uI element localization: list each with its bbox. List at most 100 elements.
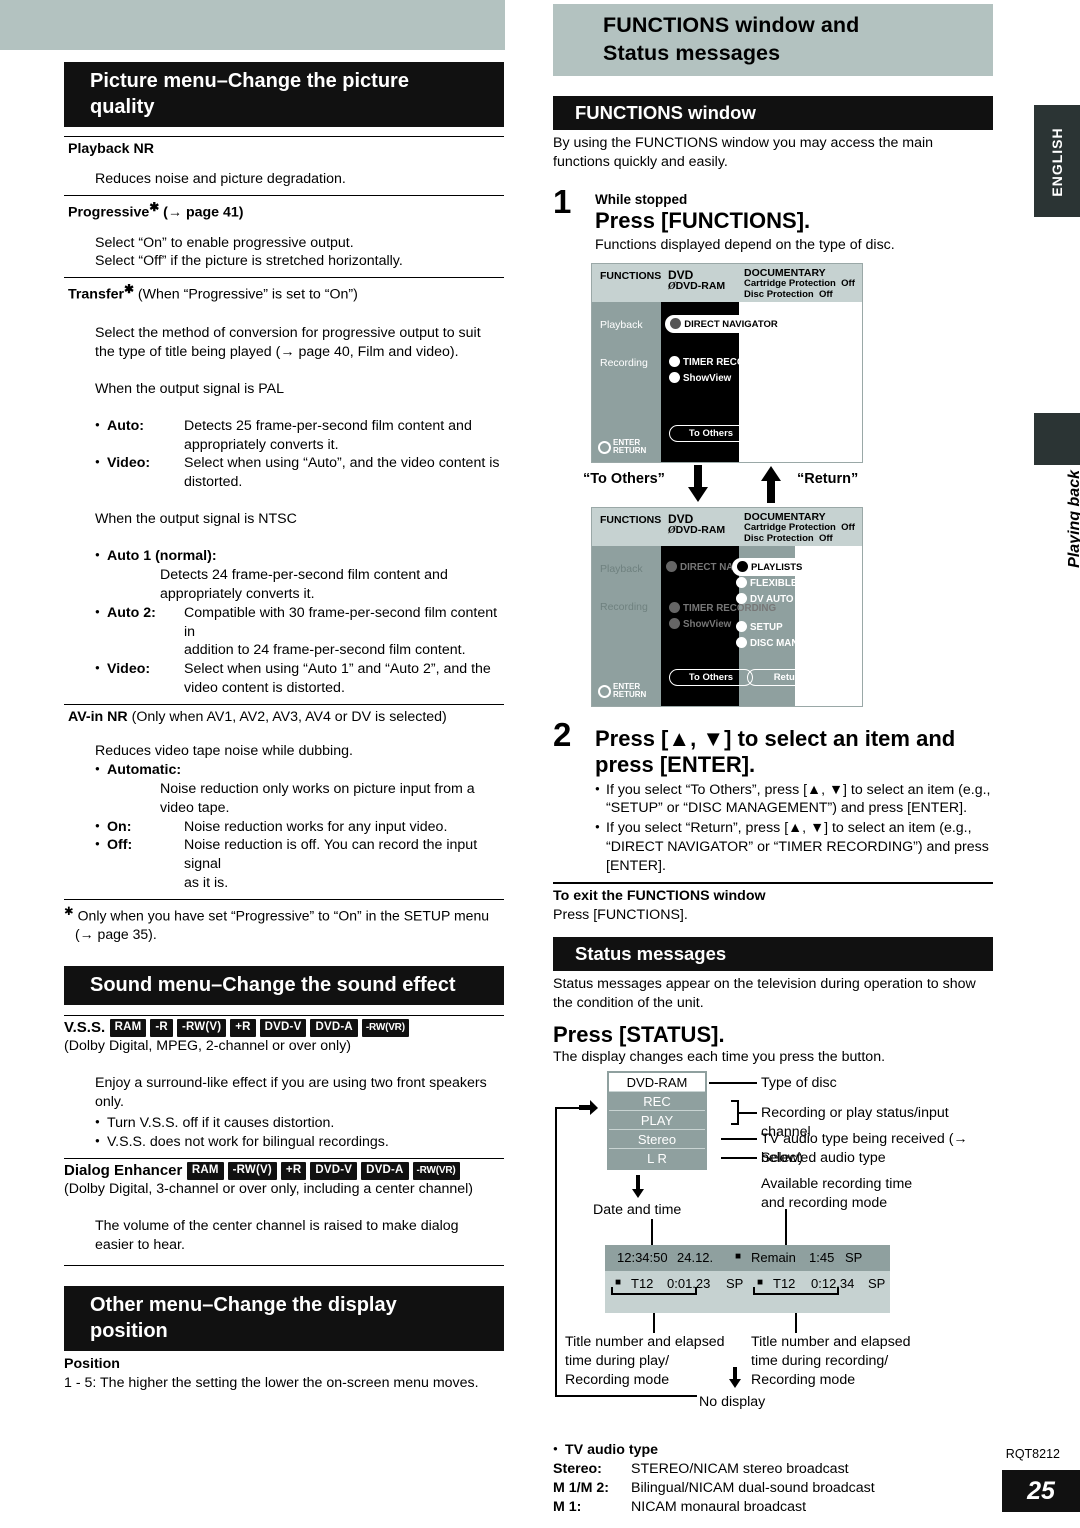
screen1-direct-navigator-item[interactable]: DIRECT NAVIGATOR — [665, 314, 783, 333]
screen1-timer-recording-item[interactable]: TIMER RECORDING — [669, 355, 776, 368]
screen2-playlists-item[interactable]: PLAYLISTS — [732, 557, 854, 576]
step-2-instruction: Press [▲, ▼] to select an item and press… — [595, 725, 956, 777]
callout-no-display: No display — [699, 1394, 766, 1411]
callout-type-of-disc: Type of disc — [761, 1075, 837, 1092]
screen2-setup-item[interactable]: SETUP — [736, 620, 783, 633]
bracket-line — [611, 1293, 697, 1296]
bracket-line — [731, 1100, 739, 1103]
step-1-number: 1 — [553, 182, 572, 220]
leader-line — [653, 1313, 655, 1334]
chapter-title-line1: FUNCTIONS window and — [603, 13, 860, 37]
screen1-enter-return: ENTER RETURN — [598, 438, 646, 456]
leader-line — [795, 1313, 797, 1334]
callout-title-during-play: Title number and elapsed time during pla… — [565, 1334, 725, 1389]
press-status-note: The display changes each time you press … — [553, 1049, 886, 1066]
bullet-icon — [95, 1133, 107, 1152]
step-2-bullet: If you select “Return”, press [▲, ▼] to … — [595, 819, 993, 876]
screen2-playback-label: Playback — [600, 562, 643, 575]
screen2-disc-management-item[interactable]: DISC MANAGEMENT — [736, 636, 847, 649]
disc-icon: Ø — [668, 280, 676, 292]
screen2-return-button[interactable]: Return — [747, 668, 831, 686]
other-menu-header-line1: Other menu–Change the display — [90, 1293, 397, 1316]
step-2-number: 2 — [553, 715, 572, 753]
screen1-recording-label: Recording — [600, 356, 648, 369]
bullet-icon — [95, 836, 107, 893]
language-tab-english: ENGLISH — [1034, 105, 1080, 217]
screen2-dv-auto-rec-item[interactable]: DV AUTO REC — [736, 592, 817, 605]
progressive-desc1: Select “On” to enable progressive output… — [95, 234, 354, 251]
disc-badge: -RW(VR) — [412, 1161, 460, 1180]
status-bar-datetime: 12:34:50 24.12. ■ Remain 1:45 SP — [605, 1245, 890, 1272]
vss-subtitle: (Dolby Digital, MPEG, 2-channel or over … — [64, 1038, 352, 1055]
screen1-left-pane: Playback Recording ENTER RETURN — [592, 301, 661, 462]
disc-icon: Ø — [668, 524, 676, 536]
disc-badge: DVD-V — [310, 1161, 358, 1181]
step-1: 1 While stopped Press [FUNCTIONS]. Funct… — [553, 182, 993, 255]
step-2-bullet: If you select “To Others”, press [▲, ▼] … — [595, 781, 993, 819]
list-icon — [670, 317, 682, 329]
status-row-play: PLAY — [609, 1111, 705, 1131]
setup-icon — [736, 620, 747, 632]
loop-line — [555, 1107, 581, 1110]
bracket-line — [611, 1287, 613, 1296]
right-column: FUNCTIONS window By using the FUNCTIONS … — [553, 96, 993, 1517]
vss-title-row: V.S.S. RAM -R -RW(V) +R DVD-V DVD-A -RW(VR) — [64, 1018, 504, 1038]
stop-square-icon: ■ — [757, 1277, 764, 1289]
other-menu-header: Other menu–Change the display position — [64, 1285, 504, 1351]
top-grey-band-left — [0, 0, 505, 50]
down-arrow-icon — [631, 1175, 645, 1204]
callout-selected-audio: Selected audio type — [761, 1150, 886, 1167]
step-1-instruction: Press [FUNCTIONS]. — [595, 207, 811, 233]
step-2: 2 Press [▲, ▼] to select an item and pre… — [553, 715, 993, 876]
clock-icon — [669, 601, 680, 613]
position-title: Position — [64, 1355, 120, 1372]
status-messages-intro: Status messages appear on the television… — [553, 975, 976, 1011]
picture-menu-header-line1: Picture menu–Change the picture — [90, 70, 409, 92]
screen2-showview-item[interactable]: ShowView — [669, 617, 731, 630]
playlist-icon — [737, 560, 748, 572]
list-icon — [666, 560, 677, 572]
ntsc-item: Auto 2: Compatible with 30 frame-per-sec… — [95, 604, 504, 661]
screen1-showview-item[interactable]: ShowView — [669, 371, 731, 384]
screen-transition-arrows: “To Others” “Return” — [553, 463, 993, 507]
callout-available-rec-time: Available recording time and recording m… — [761, 1176, 913, 1212]
screen1-to-others-button[interactable]: To Others — [669, 424, 753, 442]
status-row-disc: DVD-RAM — [609, 1073, 705, 1093]
down-arrow-icon — [728, 1367, 742, 1394]
chapter-title-band: FUNCTIONS window and Status messages — [553, 4, 993, 76]
disc-badge: RAM — [109, 1018, 147, 1038]
callout-date-and-time: Date and time — [593, 1202, 682, 1219]
exit-functions-desc: Press [FUNCTIONS]. — [553, 906, 688, 923]
transfer-desc1: Select the method of conversion for prog… — [95, 325, 481, 342]
status-bar-titles: ■ T12 0:01.23 SP ■ T12 0:12.34 SP — [605, 1271, 890, 1314]
screen1-title: FUNCTIONS — [600, 269, 662, 282]
press-status-instruction: Press [STATUS]. — [553, 1022, 725, 1048]
disc-badge: -RW(VR) — [361, 1018, 409, 1037]
other-menu-header-line2: position — [90, 1319, 168, 1342]
document-code: RQT8212 — [1005, 1447, 1060, 1461]
pal-heading: When the output signal is PAL — [95, 380, 285, 397]
showview-icon — [669, 617, 680, 629]
avin-nr-desc: Reduces video tape noise while dubbing. — [95, 743, 353, 760]
bullet-icon — [595, 781, 606, 819]
bullet-icon — [95, 417, 107, 455]
tv-audio-row: M 1: NICAM monaural broadcast — [553, 1498, 807, 1515]
exit-functions-title: To exit the FUNCTIONS window — [553, 887, 766, 904]
screen2-flexible-rec-item[interactable]: FLEXIBLE REC — [736, 576, 821, 589]
up-arrow-icon — [760, 465, 781, 507]
screen2-disc-type: ØDVD-RAM — [668, 523, 726, 536]
avin-item-desc: Noise reduction only works on picture in… — [160, 780, 475, 816]
tv-audio-type-title: TV audio type — [553, 1441, 993, 1460]
screen2-to-others-button[interactable]: To Others — [669, 668, 753, 686]
disc-badge: RAM — [186, 1161, 224, 1181]
bullet-icon — [95, 604, 107, 661]
screen1-disc-type: ØDVD-RAM — [668, 279, 726, 292]
vss-bullet: Turn V.S.S. off if it causes distortion. — [95, 1114, 504, 1133]
ntsc-heading: When the output signal is NTSC — [95, 511, 297, 528]
disc-badge: DVD-A — [310, 1018, 358, 1038]
status-row-audio: L R — [609, 1149, 705, 1169]
screen2-header-bar: FUNCTIONS DVD ØDVD-RAM DOCUMENTARY Cartr… — [592, 507, 862, 546]
screen2-cartridge-protection: Cartridge Protection Off — [744, 521, 855, 533]
disc-badge: DVD-V — [259, 1018, 307, 1038]
status-display-diagram: DVD-RAM REC PLAY Stereo L R Type of disc… — [553, 1067, 993, 1410]
